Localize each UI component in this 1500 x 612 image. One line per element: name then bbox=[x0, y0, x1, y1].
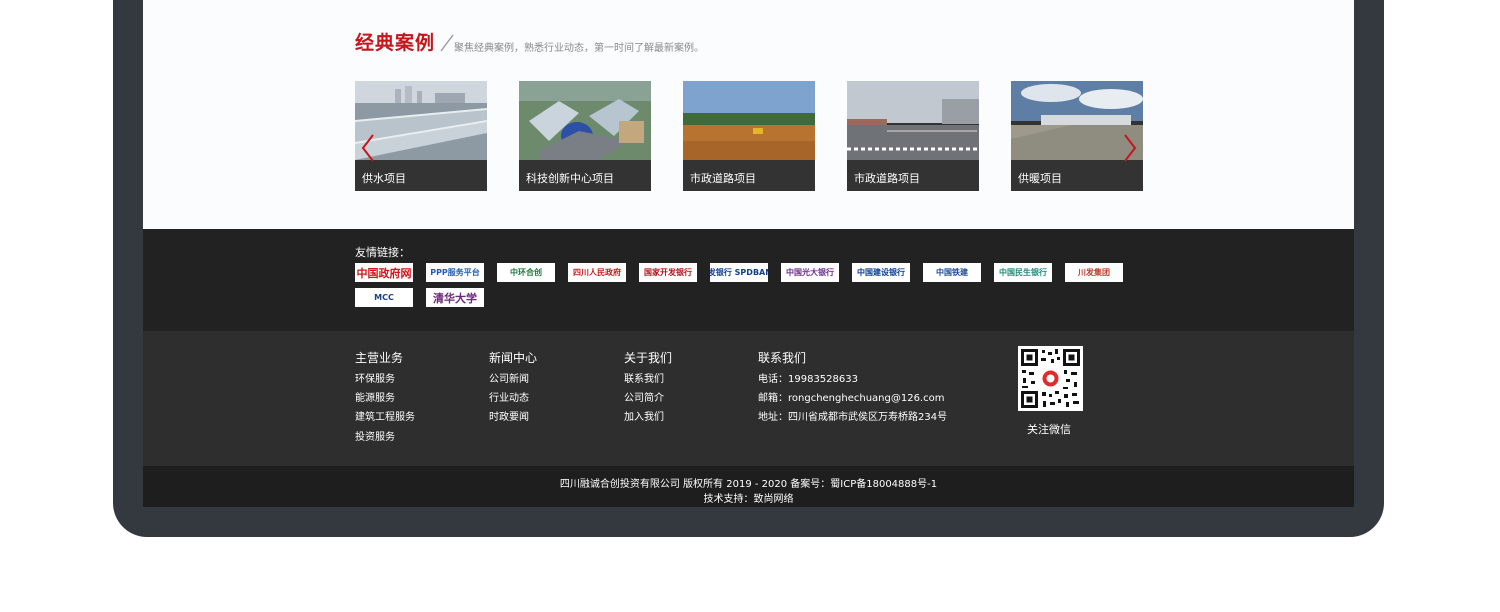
footer-link-company-news[interactable]: 公司新闻 bbox=[489, 370, 529, 385]
contact-email[interactable]: 邮箱：rongchenghechuang@126.com bbox=[758, 389, 944, 404]
case-image bbox=[847, 81, 979, 160]
logo-text: 中国民生银行 bbox=[999, 268, 1047, 277]
logo-link-crcc[interactable]: 中国铁建 bbox=[923, 263, 981, 282]
footer-link-construction[interactable]: 建筑工程服务 bbox=[355, 408, 415, 423]
logo-text: MCC bbox=[374, 293, 394, 302]
footer-col-title-contact: 联系我们 bbox=[758, 351, 807, 365]
logo-text: 中环合创 bbox=[510, 268, 542, 277]
logo-text: 中国建设银行 bbox=[857, 268, 905, 277]
copyright-text: 四川融诚合创投资有限公司 版权所有 2019 - 2020 备案号：蜀ICP备1… bbox=[559, 479, 938, 490]
logo-text: 川发集团 bbox=[1078, 268, 1110, 277]
contact-address: 地址：四川省成都市武侯区万寿桥路234号 bbox=[758, 412, 948, 423]
case-image bbox=[683, 81, 815, 160]
case-label: 市政道路项目 bbox=[690, 172, 756, 185]
logo-link-ccb[interactable]: 中国建设银行 bbox=[852, 263, 910, 282]
case-label: 科技创新中心项目 bbox=[526, 172, 614, 185]
wechat-qr-code bbox=[1018, 346, 1083, 411]
case-image bbox=[519, 81, 651, 160]
logo-text: 中国政府网 bbox=[356, 266, 412, 280]
divider-slash bbox=[440, 34, 454, 52]
logo-link-sichuan[interactable]: 四川人民政府 bbox=[568, 263, 626, 282]
logo-link-chuanfa[interactable]: 川发集团 bbox=[1065, 263, 1123, 282]
case-card[interactable]: 市政道路项目 bbox=[847, 81, 979, 191]
chevron-left-icon[interactable] bbox=[361, 133, 375, 163]
logo-text: 四川人民政府 bbox=[573, 268, 621, 277]
footer-link-industry[interactable]: 行业动态 bbox=[489, 389, 529, 404]
logo-link-gov[interactable]: 中国政府网 bbox=[355, 263, 413, 282]
qr-label: 关注微信 bbox=[1027, 423, 1071, 436]
footer-link-profile[interactable]: 公司简介 bbox=[624, 389, 664, 404]
case-card[interactable]: 市政道路项目 bbox=[683, 81, 815, 191]
logo-link-cdb[interactable]: 国家开发银行 bbox=[639, 263, 697, 282]
logo-link-ceb[interactable]: 中国光大银行 bbox=[781, 263, 839, 282]
footer-link-join[interactable]: 加入我们 bbox=[624, 408, 664, 423]
logo-text: 中国光大银行 bbox=[786, 268, 834, 277]
footer-link-energy[interactable]: 能源服务 bbox=[355, 389, 395, 404]
friend-links-section: 友情链接： 中国政府网 PPP服务平台 中环合创 四川人民政府 国家开发银行 浦… bbox=[143, 229, 1354, 331]
footer-col-title-about: 关于我们 bbox=[624, 351, 673, 365]
contact-phone: 电话：19983528633 bbox=[758, 374, 858, 385]
footer-link-investment[interactable]: 投资服务 bbox=[355, 428, 395, 443]
footer-link-politics[interactable]: 时政要闻 bbox=[489, 408, 529, 423]
logo-link-tsinghua[interactable]: 清华大学 bbox=[426, 288, 484, 307]
chevron-right-icon[interactable] bbox=[1123, 133, 1137, 163]
logo-link-spdb[interactable]: 浦发银行 SPDBANK bbox=[710, 263, 768, 282]
case-card[interactable]: 科技创新中心项目 bbox=[519, 81, 651, 191]
copyright-bar: 四川融诚合创投资有限公司 版权所有 2019 - 2020 备案号：蜀ICP备1… bbox=[143, 466, 1354, 507]
logo-link-zhonghuan[interactable]: 中环合创 bbox=[497, 263, 555, 282]
friend-links-title: 友情链接： bbox=[355, 246, 410, 259]
web-page: 经典案例 聚焦经典案例，熟悉行业动态，第一时间了解最新案例。 供水项目 科技创新… bbox=[143, 0, 1354, 507]
footer-section: 主营业务 环保服务 能源服务 建筑工程服务 投资服务 新闻中心 公司新闻 行业动… bbox=[143, 331, 1354, 466]
cases-title: 经典案例 bbox=[355, 32, 436, 54]
cases-subtitle: 聚焦经典案例，熟悉行业动态，第一时间了解最新案例。 bbox=[454, 43, 704, 54]
logo-text: PPP服务平台 bbox=[430, 268, 480, 277]
footer-link-env[interactable]: 环保服务 bbox=[355, 370, 395, 385]
logo-text: 清华大学 bbox=[433, 291, 477, 305]
case-label: 市政道路项目 bbox=[854, 172, 920, 185]
case-label: 供暖项目 bbox=[1018, 172, 1062, 185]
footer-col-title-news: 新闻中心 bbox=[489, 351, 538, 365]
logo-link-ppp[interactable]: PPP服务平台 bbox=[426, 263, 484, 282]
logo-text: 国家开发银行 bbox=[644, 268, 692, 277]
logo-link-cmbc[interactable]: 中国民生银行 bbox=[994, 263, 1052, 282]
footer-link-contact[interactable]: 联系我们 bbox=[624, 370, 664, 385]
logo-text: 浦发银行 SPDBANK bbox=[710, 268, 768, 277]
case-label: 供水项目 bbox=[362, 172, 406, 185]
tech-support-text[interactable]: 技术支持：致尚网络 bbox=[143, 490, 1354, 505]
logo-link-mcc[interactable]: MCC bbox=[355, 288, 413, 307]
footer-col-title-business: 主营业务 bbox=[355, 351, 404, 365]
logo-text: 中国铁建 bbox=[936, 268, 968, 277]
